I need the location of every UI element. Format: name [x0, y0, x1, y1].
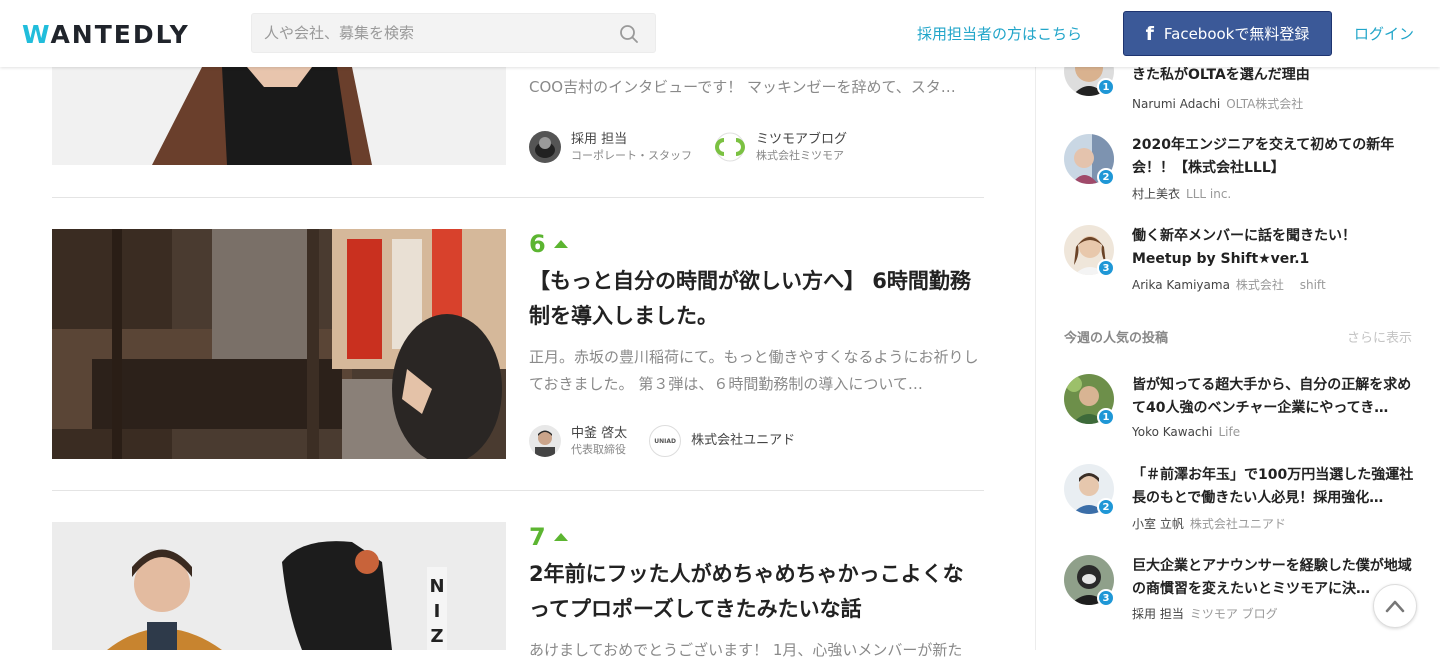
sidebar-company: ミツモア ブログ	[1189, 607, 1278, 621]
search-input[interactable]	[252, 14, 612, 52]
vote-count[interactable]: 7	[529, 523, 984, 551]
search-icon[interactable]	[619, 24, 639, 44]
post-thumbnail[interactable]: N I Z	[52, 522, 506, 650]
post-excerpt: あけましておめでとうございます！ 1月、心強いメンバーが新た	[529, 641, 963, 659]
sidebar-company: Life	[1218, 425, 1241, 439]
post-excerpt: COO吉村のインタビューです！ マッキンゼーを辞めて、スタ…	[529, 78, 956, 96]
company-info[interactable]: 株式会社ユニアド	[691, 433, 795, 449]
company-name: 株式会社ユニアド	[691, 433, 796, 448]
post-image	[52, 229, 506, 459]
post-excerpt: 正月。赤坂の豊川稲荷にて。もっと働きやすくなるようにお祈りしておきました。 第３…	[529, 348, 979, 393]
svg-text:I: I	[434, 601, 441, 622]
post-meta: 採用 担当 コーポレート・スタッフ ミツモアブログ 株式会社ミツモア	[529, 131, 869, 163]
sidebar-post-meta: Narumi Adachi OLTA株式会社	[1132, 95, 1303, 112]
company-logo[interactable]: UNIAD	[649, 425, 682, 457]
company-sub: 株式会社ミツモア	[756, 148, 844, 162]
post-3-text: 7 2年前にフッた人がめちゃめちゃかっこよくなってプロポーズしてきたみたいな話 …	[529, 523, 984, 664]
sidebar-post-item[interactable]: 2 「＃前澤お年玉」で100万円当選した強運社長のもとで働きたい人必見！採用強化…	[1064, 464, 1414, 534]
svg-text:Z: Z	[430, 626, 443, 647]
sidebar-author: Yoko Kawachi	[1132, 425, 1213, 439]
sidebar-author: 小室 立帆	[1132, 517, 1184, 531]
company-info[interactable]: ミツモアブログ 株式会社ミツモア	[756, 132, 847, 163]
vote-number: 6	[529, 230, 546, 258]
scroll-to-top-button[interactable]	[1373, 584, 1417, 628]
site-header: WANTEDLY 採用担当者の方はこちら f Facebookで無料登録 ログイ…	[0, 0, 1440, 67]
post-title[interactable]: 【もっと自分の時間が欲しい方へ】 6時間勤務制を導入しました。	[529, 264, 984, 334]
sidebar-company: LLL inc.	[1186, 187, 1232, 201]
author-avatar[interactable]	[529, 425, 561, 457]
facebook-signup-button[interactable]: f Facebookで無料登録	[1123, 11, 1332, 56]
show-more-link[interactable]: さらに表示	[1347, 327, 1412, 346]
post-title[interactable]: 2年前にフッた人がめちゃめちゃかっこよくなってプロポーズしてきたみたいな話	[529, 557, 984, 627]
rank-badge: 3	[1097, 589, 1115, 607]
vote-count[interactable]: 6	[529, 230, 984, 258]
svg-text:N: N	[429, 576, 444, 597]
post-image: N I Z	[52, 522, 506, 650]
upvote-arrow-icon	[553, 240, 568, 248]
rank-badge: 1	[1097, 408, 1115, 426]
company-name: ミツモアブログ	[756, 131, 848, 147]
rank-badge: 1	[1097, 78, 1115, 96]
post-1-text: COO吉村のインタビューです！ マッキンゼーを辞めて、スタ…	[529, 74, 984, 101]
rank-badge: 2	[1097, 498, 1115, 516]
sidebar-post-title: 2020年エンジニアを交えて初めての新年会！！【株式会社LLL】	[1132, 137, 1395, 176]
sidebar-company: 株式会社 shift	[1235, 278, 1326, 292]
post-image	[52, 67, 506, 165]
search-box	[251, 13, 656, 53]
post-meta: 中釜 啓太 代表取締役 UNIAD 株式会社ユニアド	[529, 425, 817, 457]
author-role: 代表取締役	[571, 442, 626, 456]
sidebar-author: 採用 担当	[1132, 607, 1184, 621]
sidebar-post-title: 皆が知ってる超大手から、自分の正解を求めて40人強のベンチャー企業にやってき…	[1132, 377, 1412, 416]
sidebar-post-title: 巨大企業とアナウンサーを経験した僕が地域の商慣習を変えたいとミツモアに決…	[1132, 558, 1412, 597]
login-link[interactable]: ログイン	[1354, 23, 1414, 44]
sidebar-post-item[interactable]: 2 2020年エンジニアを交えて初めての新年会！！【株式会社LLL】 村上美衣 L…	[1064, 134, 1414, 204]
facebook-signup-label: Facebookで無料登録	[1163, 25, 1310, 43]
upvote-arrow-icon	[553, 533, 568, 541]
chevron-up-icon	[1385, 600, 1405, 613]
weekly-section-title: 今週の人気の投稿	[1064, 331, 1169, 346]
recruiter-link[interactable]: 採用担当者の方はこちら	[917, 23, 1082, 44]
sidebar-post-meta: 採用 担当 ミツモア ブログ	[1132, 605, 1278, 622]
author-avatar[interactable]	[529, 131, 561, 163]
company-logo-text: UNIAD	[654, 437, 677, 445]
sidebar-post-meta: Arika Kamiyama 株式会社 shift	[1132, 276, 1326, 293]
rank-badge: 3	[1097, 259, 1115, 277]
sidebar-post-item[interactable]: 3 巨大企業とアナウンサーを経験した僕が地域の商慣習を変えたいとミツモアに決… …	[1064, 555, 1414, 625]
divider	[52, 490, 984, 491]
sidebar-company: OLTA株式会社	[1226, 97, 1304, 111]
sidebar-post-title: 働く新卒メンバーに話を聞きたい！Meetup by Shift★ver.1	[1132, 228, 1356, 267]
sidebar-company: 株式会社ユニアド	[1189, 517, 1286, 531]
sidebar-post-title: きた私がOLTAを選んだ理由	[1132, 67, 1310, 83]
author-name: 採用 担当	[571, 131, 628, 147]
sidebar-post-item[interactable]: 3 働く新卒メンバーに話を聞きたい！Meetup by Shift★ver.1 …	[1064, 225, 1414, 295]
author-info[interactable]: 採用 担当 コーポレート・スタッフ	[571, 132, 692, 163]
post-thumbnail[interactable]	[52, 67, 506, 165]
wantedly-logo[interactable]: WANTEDLY	[22, 20, 190, 49]
post-thumbnail[interactable]	[52, 229, 506, 459]
sidebar-post-meta: Yoko Kawachi Life	[1132, 425, 1240, 439]
author-role: コーポレート・スタッフ	[571, 148, 692, 162]
post-2-text: 6 【もっと自分の時間が欲しい方へ】 6時間勤務制を導入しました。 正月。赤坂の…	[529, 230, 984, 398]
weekly-section-header: 今週の人気の投稿 さらに表示	[1064, 327, 1412, 346]
sidebar-post-meta: 小室 立帆 株式会社ユニアド	[1132, 515, 1286, 532]
sidebar-post-meta: 村上美衣 LLL inc.	[1132, 185, 1231, 202]
sidebar-author: Narumi Adachi	[1132, 97, 1221, 111]
sidebar-post-title: 「＃前澤お年玉」で100万円当選した強運社長のもとで働きたい人必見！採用強化…	[1132, 467, 1414, 506]
sidebar-author: 村上美衣	[1132, 187, 1181, 201]
company-logo[interactable]	[714, 131, 746, 163]
facebook-icon: f	[1145, 22, 1154, 45]
sidebar-post-item[interactable]: 1 皆が知ってる超大手から、自分の正解を求めて40人強のベンチャー企業にやってき…	[1064, 374, 1414, 444]
vote-number: 7	[529, 523, 546, 551]
column-divider	[1035, 67, 1036, 650]
sidebar-author: Arika Kamiyama	[1132, 278, 1230, 292]
author-info[interactable]: 中釜 啓太 代表取締役	[571, 426, 627, 457]
author-name: 中釜 啓太	[571, 425, 628, 441]
divider	[52, 197, 984, 198]
rank-badge: 2	[1097, 168, 1115, 186]
